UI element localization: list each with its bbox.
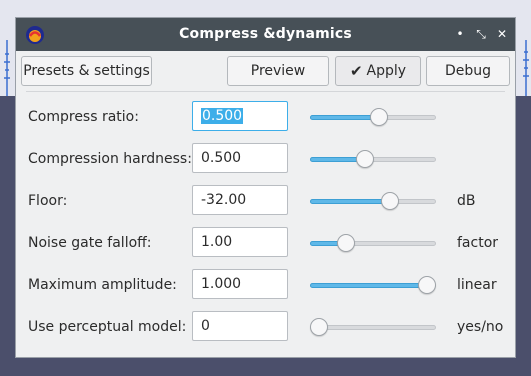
slider-handle[interactable] <box>381 192 400 210</box>
debug-label: Debug <box>444 63 492 79</box>
compress-ratio-slider[interactable] <box>310 107 436 127</box>
compression-hardness-input[interactable]: 0.500 <box>192 143 288 173</box>
floor-slider[interactable] <box>310 191 436 211</box>
maximize-icon[interactable]: ⤡ <box>474 27 488 41</box>
maximum-amplitude-unit: linear <box>457 277 497 293</box>
audio-waveform-left <box>4 40 10 96</box>
noise-gate-falloff-value: 1.00 <box>201 234 233 250</box>
title-bar[interactable]: Compress &dynamics • ⤡ ✕ <box>16 18 515 51</box>
slider-fill <box>310 199 391 204</box>
floor-value: -32.00 <box>201 192 247 208</box>
compression-hardness-label: Compression hardness: <box>28 151 192 167</box>
noise-gate-falloff-unit: factor <box>457 235 499 251</box>
noise-gate-falloff-input[interactable]: 1.00 <box>192 227 288 257</box>
slider-fill <box>310 283 427 288</box>
use-perceptual-model-unit: yes/no <box>457 319 504 335</box>
use-perceptual-model-label: Use perceptual model: <box>28 319 187 335</box>
compress-ratio-input[interactable]: 0.500 <box>192 101 288 131</box>
compression-hardness-value: 0.500 <box>201 150 242 166</box>
apply-button[interactable]: ✔ Apply <box>335 56 421 86</box>
minimize-icon[interactable]: • <box>453 27 467 41</box>
noise-gate-falloff-slider[interactable] <box>310 233 436 253</box>
floor-input[interactable]: -32.00 <box>192 185 288 215</box>
use-perceptual-model-input[interactable]: 0 <box>192 311 288 341</box>
compress-ratio-value: 0.500 <box>201 108 244 124</box>
slider-handle[interactable] <box>337 234 355 252</box>
floor-label: Floor: <box>28 193 68 209</box>
audio-waveform-right <box>523 40 529 96</box>
compress-dynamics-dialog: Compress &dynamics • ⤡ ✕ Presets & setti… <box>15 17 516 358</box>
debug-button[interactable]: Debug <box>426 56 510 86</box>
preview-label: Preview <box>250 63 306 79</box>
presets-settings-label: Presets & settings <box>23 63 150 79</box>
use-perceptual-model-value: 0 <box>201 318 210 334</box>
preview-button[interactable]: Preview <box>227 56 329 86</box>
maximum-amplitude-value: 1.000 <box>201 276 242 292</box>
compression-hardness-slider[interactable] <box>310 149 436 169</box>
dialog-title: Compress &dynamics <box>179 26 352 42</box>
toolbar-separator <box>26 91 505 92</box>
slider-track <box>310 325 436 330</box>
compress-ratio-label: Compress ratio: <box>28 109 139 125</box>
floor-unit: dB <box>457 193 476 209</box>
noise-gate-falloff-label: Noise gate falloff: <box>28 235 152 251</box>
maximum-amplitude-label: Maximum amplitude: <box>28 277 177 293</box>
maximum-amplitude-slider[interactable] <box>310 275 436 295</box>
apply-label: Apply <box>366 63 407 79</box>
presets-settings-button[interactable]: Presets & settings <box>21 56 152 86</box>
slider-handle[interactable] <box>418 276 436 294</box>
close-icon[interactable]: ✕ <box>495 27 509 41</box>
use-perceptual-model-slider[interactable] <box>310 317 436 337</box>
check-icon: ✔ <box>349 62 363 80</box>
slider-handle[interactable] <box>310 318 328 336</box>
slider-handle[interactable] <box>370 108 389 126</box>
slider-fill <box>310 115 380 120</box>
slider-handle[interactable] <box>356 150 375 168</box>
maximum-amplitude-input[interactable]: 1.000 <box>192 269 288 299</box>
